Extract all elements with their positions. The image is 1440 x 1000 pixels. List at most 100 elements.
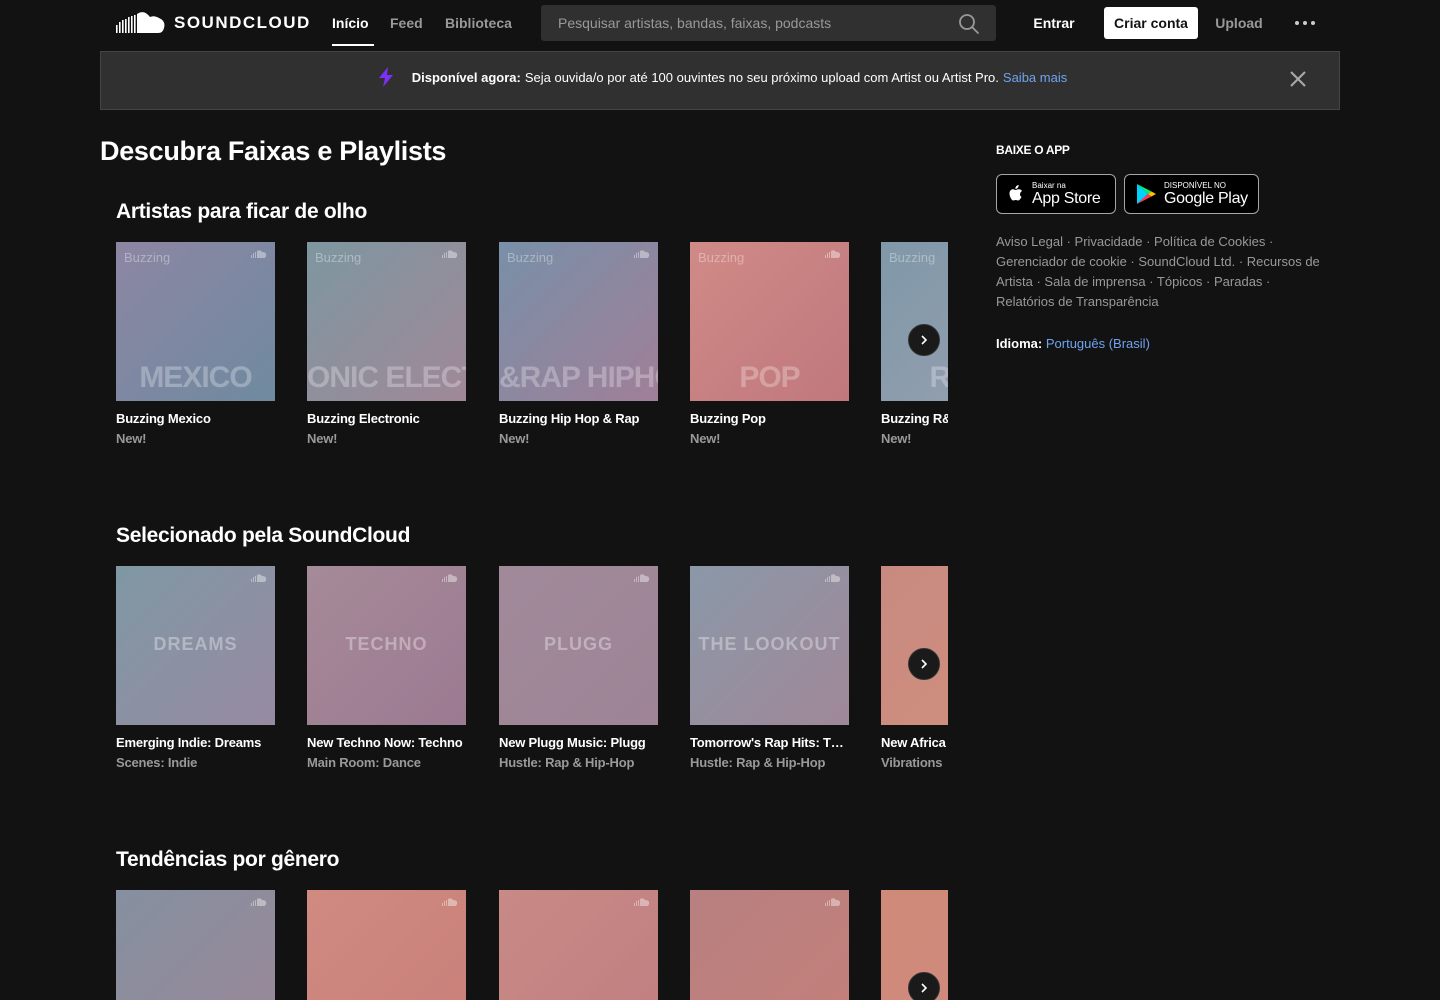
playlist-card[interactable]: Buzzing POP Buzzing Pop New! bbox=[690, 242, 849, 446]
playlist-cover[interactable] bbox=[499, 890, 658, 1000]
playlist-cover[interactable]: Buzzing MEXICO bbox=[116, 242, 275, 401]
logo-text: SOUNDCLOUD bbox=[174, 13, 311, 32]
playlist-card[interactable]: Buzzing MEXICO Buzzing Mexico New! bbox=[116, 242, 275, 446]
language-link[interactable]: Português (Brasil) bbox=[1046, 336, 1150, 351]
footer-link[interactable]: Privacidade bbox=[1075, 234, 1143, 249]
playlist-subtitle[interactable]: Vibrations bbox=[881, 755, 948, 770]
soundcloud-watermark-icon bbox=[442, 574, 458, 582]
login-button[interactable]: Entrar bbox=[1022, 7, 1086, 39]
chevron-right-icon[interactable] bbox=[908, 324, 940, 356]
playlist-cover[interactable]: THE LOOKOUT bbox=[690, 566, 849, 725]
playlist-title[interactable]: Buzzing Electronic bbox=[307, 411, 466, 426]
playlist-card[interactable] bbox=[499, 890, 658, 1000]
playlist-card[interactable]: THE LOOKOUT Tomorrow's Rap Hits: The Look… bbox=[690, 566, 849, 770]
footer-link[interactable]: SoundCloud Ltd. bbox=[1138, 254, 1235, 269]
playlist-card[interactable]: PLUGG New Plugg Music: Plugg Hustle: Rap &… bbox=[499, 566, 658, 770]
google-play-button[interactable]: DISPONÍVEL NO Google Play bbox=[1124, 174, 1259, 214]
banner-learn-more-link[interactable]: Saiba mais bbox=[1003, 70, 1067, 85]
cover-artwork-text: ONIC ELECTR bbox=[307, 361, 466, 394]
tab-biblioteca[interactable]: Biblioteca bbox=[445, 0, 515, 46]
playlist-card[interactable]: Buzzing&RAP HIPHOP Buzzing Hip Hop & Rap N… bbox=[499, 242, 658, 446]
cover-tag-text: Buzzing bbox=[507, 250, 554, 265]
tab-inicio[interactable]: Início bbox=[332, 0, 374, 46]
playlist-cover[interactable]: Buzzing&RAP HIPHOP bbox=[499, 242, 658, 401]
chevron-right-icon[interactable] bbox=[908, 648, 940, 680]
soundcloud-watermark-icon bbox=[442, 250, 458, 258]
footer-separator: · bbox=[1062, 234, 1075, 249]
app-store-button[interactable]: Baixar na App Store bbox=[996, 174, 1116, 214]
soundcloud-watermark-icon bbox=[634, 898, 650, 906]
soundcloud-logo[interactable]: SOUNDCLOUD bbox=[116, 10, 311, 36]
playlist-title[interactable]: New Plugg Music: Plugg bbox=[499, 735, 658, 750]
playlist-subtitle[interactable]: New! bbox=[116, 431, 275, 446]
playlist-cover[interactable] bbox=[307, 890, 466, 1000]
playlist-cover[interactable]: Buzzing POP bbox=[690, 242, 849, 401]
playlist-title[interactable]: Buzzing R&B bbox=[881, 411, 948, 426]
footer-link[interactable]: Política de Cookies bbox=[1154, 234, 1265, 249]
playlist-title[interactable]: New Techno Now: Techno bbox=[307, 735, 466, 750]
playlist-cover[interactable]: Buzzing R&B bbox=[881, 242, 948, 401]
playlist-cover[interactable]: DREAMS bbox=[116, 566, 275, 725]
playlist-card[interactable] bbox=[307, 890, 466, 1000]
lightning-bolt-icon bbox=[378, 67, 393, 87]
language-label: Idioma: bbox=[996, 336, 1043, 351]
playlist-title[interactable]: Emerging Indie: Dreams bbox=[116, 735, 275, 750]
footer-link[interactable]: Sala de imprensa bbox=[1044, 274, 1145, 289]
playlist-subtitle[interactable]: Scenes: Indie bbox=[116, 755, 275, 770]
footer-link[interactable]: Paradas bbox=[1214, 274, 1262, 289]
chevron-right-icon[interactable] bbox=[908, 972, 940, 1000]
playlist-cover[interactable]: Buzzing ONIC ELECTR bbox=[307, 242, 466, 401]
playlist-subtitle[interactable]: New! bbox=[499, 431, 658, 446]
playlist-title[interactable]: Buzzing Hip Hop & Rap bbox=[499, 411, 658, 426]
tab-feed[interactable]: Feed bbox=[390, 0, 426, 46]
app-store-big-text: App Store bbox=[1032, 189, 1101, 207]
playlist-cover[interactable] bbox=[690, 890, 849, 1000]
cover-artwork-text: MEXICO bbox=[139, 361, 252, 394]
close-icon[interactable] bbox=[1287, 68, 1309, 90]
playlist-cover[interactable] bbox=[116, 890, 275, 1000]
soundcloud-watermark-icon bbox=[634, 574, 650, 582]
playlist-title[interactable]: Buzzing Mexico bbox=[116, 411, 275, 426]
footer-link[interactable]: Relatórios de Transparência bbox=[996, 294, 1159, 309]
create-account-button[interactable]: Criar conta bbox=[1104, 7, 1198, 39]
carousel-artists: Buzzing MEXICO Buzzing Mexico New! Buzzing ON… bbox=[116, 242, 948, 457]
footer-link[interactable]: Aviso Legal bbox=[996, 234, 1063, 249]
playlist-subtitle[interactable]: Hustle: Rap & Hip-Hop bbox=[499, 755, 658, 770]
upload-button[interactable]: Upload bbox=[1208, 7, 1270, 39]
playlist-subtitle[interactable]: New! bbox=[690, 431, 849, 446]
soundcloud-watermark-icon bbox=[442, 898, 458, 906]
banner-text: Seja ouvida/o por até 100 ouvintes no se… bbox=[524, 69, 999, 85]
search-input[interactable] bbox=[541, 5, 951, 41]
playlist-subtitle[interactable]: Main Room: Dance bbox=[307, 755, 466, 770]
playlist-title[interactable]: New Africa bbox=[881, 735, 948, 750]
playlist-title[interactable]: Buzzing Pop bbox=[690, 411, 849, 426]
google-play-small-text: DISPONÍVEL NO bbox=[1164, 180, 1226, 190]
carousel-trending bbox=[116, 890, 948, 1000]
soundcloud-cloud-icon bbox=[116, 12, 165, 33]
banner-strong-text: Disponível agora: bbox=[411, 69, 521, 85]
playlist-subtitle[interactable]: Hustle: Rap & Hip-Hop bbox=[690, 755, 849, 770]
playlist-subtitle[interactable]: New! bbox=[881, 431, 948, 446]
playlist-title[interactable]: Tomorrow's Rap Hits: The Lookout bbox=[690, 735, 849, 750]
playlist-card[interactable]: Buzzing ONIC ELECTR Buzzing Electronic New! bbox=[307, 242, 466, 446]
google-play-icon bbox=[1137, 184, 1156, 204]
playlist-card[interactable] bbox=[116, 890, 275, 1000]
playlist-subtitle[interactable]: New! bbox=[307, 431, 466, 446]
more-horizontal-icon[interactable] bbox=[1290, 12, 1320, 34]
section-title-artists: Artistas para ficar de olho bbox=[116, 200, 367, 223]
soundcloud-watermark-icon bbox=[825, 898, 841, 906]
playlist-card[interactable]: DREAMS Emerging Indie: Dreams Scenes: Indi… bbox=[116, 566, 275, 770]
cover-artwork-text: &RAP HIPHOP bbox=[499, 361, 658, 394]
playlist-card[interactable] bbox=[690, 890, 849, 1000]
playlist-cover[interactable]: PLUGG bbox=[499, 566, 658, 725]
footer-link[interactable]: Gerenciador de cookie bbox=[996, 254, 1127, 269]
playlist-cover[interactable]: TECHNO bbox=[307, 566, 466, 725]
section-title-trending: Tendências por gênero bbox=[116, 848, 340, 871]
search-icon[interactable] bbox=[958, 13, 980, 35]
playlist-cover[interactable]: CI bbox=[881, 566, 948, 725]
footer-link[interactable]: Tópicos bbox=[1157, 274, 1203, 289]
cover-artwork-text: THE LOOKOUT bbox=[698, 634, 841, 654]
playlist-card[interactable]: TECHNO New Techno Now: Techno Main Room: D… bbox=[307, 566, 466, 770]
artist-pro-banner: Disponível agora: Seja ouvida/o por até … bbox=[100, 51, 1340, 110]
cover-artwork-text: POP bbox=[739, 361, 800, 394]
